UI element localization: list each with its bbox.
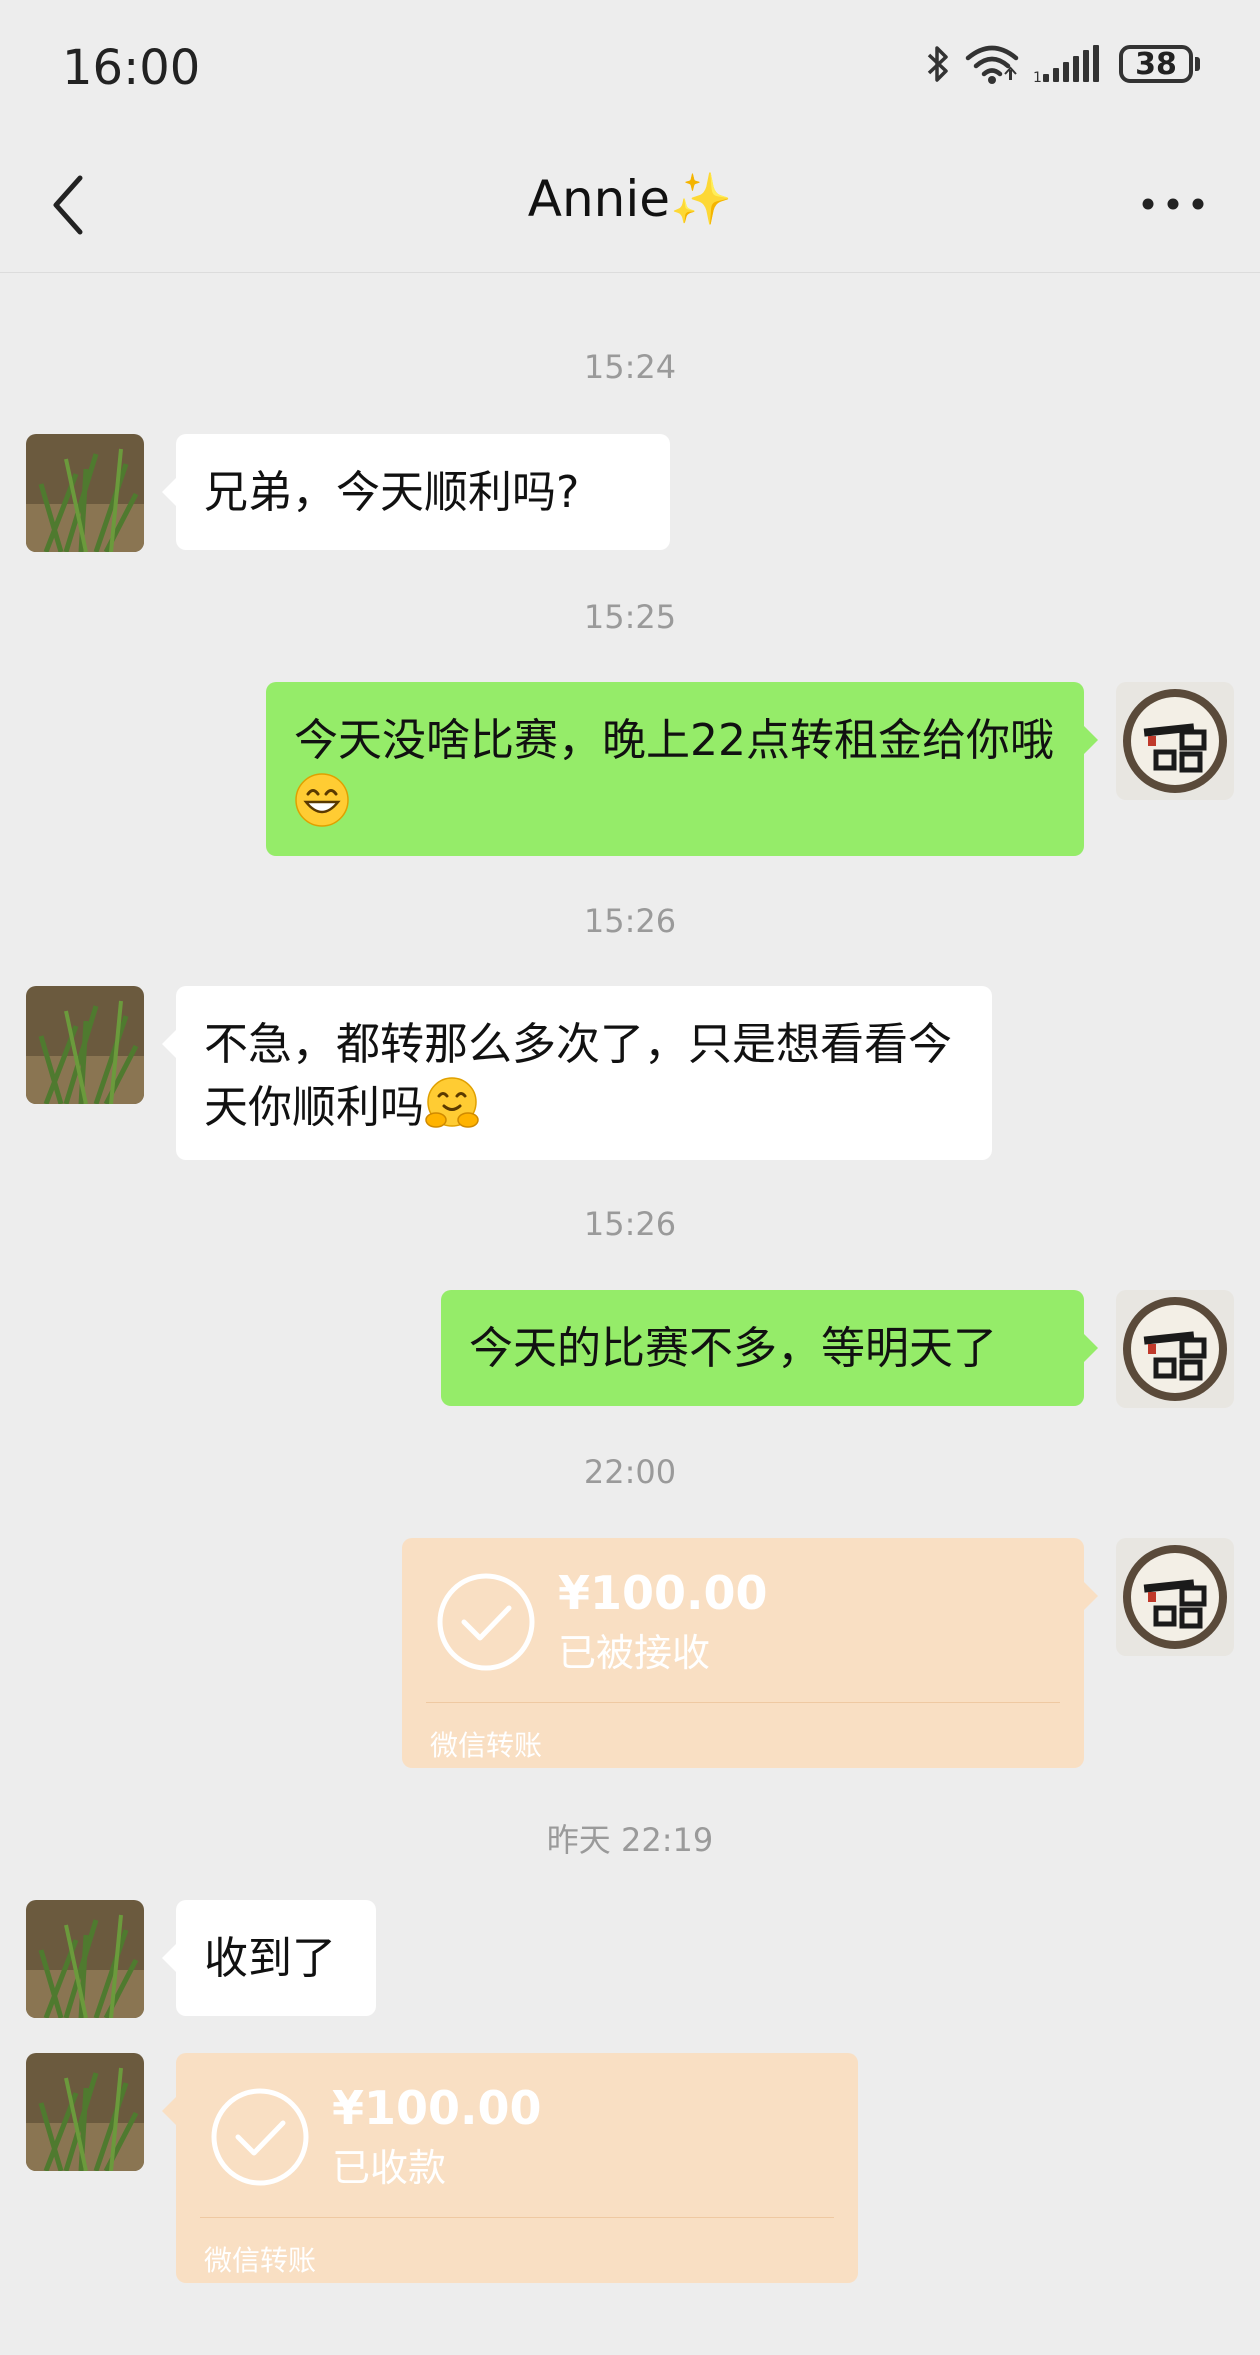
check-icon: [437, 1573, 535, 1671]
message-text: 今天的比赛不多，等明天了: [469, 1323, 997, 1374]
bluetooth-icon: [927, 46, 948, 82]
my-avatar[interactable]: [1116, 1538, 1234, 1656]
transfer-status: 已被接收: [558, 1631, 711, 1675]
svg-text:1: 1: [1033, 70, 1042, 84]
message-bubble-incoming[interactable]: 兄弟，今天顺利吗?: [162, 434, 670, 550]
wifi-icon: [965, 45, 1019, 84]
transfer-card-sent[interactable]: ¥100.00 已被接收 微信转账: [402, 1538, 1098, 1768]
transfer-footer: 微信转账: [204, 2244, 317, 2277]
status-bar: 16:00 1 38: [0, 0, 1260, 140]
transfer-amount: ¥100.00: [558, 1566, 768, 1620]
contact-avatar[interactable]: [26, 1900, 144, 2018]
check-icon: [211, 2088, 309, 2186]
more-dots-icon[interactable]: [1138, 184, 1208, 224]
status-time: 16:00: [62, 40, 201, 96]
message-timestamp: 22:00: [583, 1453, 677, 1491]
chat-title: Annie✨: [527, 170, 733, 228]
signal-icon: 1: [1033, 45, 1099, 84]
transfer-card-received[interactable]: ¥100.00 已收款 微信转账: [162, 2053, 858, 2283]
hug-emoji: [425, 1077, 479, 1128]
message-bubble-outgoing[interactable]: 今天没啥比赛，晚上22点转租金给你哦: [266, 682, 1098, 856]
status-icons: 1 38: [925, 44, 1200, 84]
contact-avatar[interactable]: [26, 434, 144, 552]
my-avatar[interactable]: [1116, 1290, 1234, 1408]
message-text: 兄弟，今天顺利吗?: [204, 467, 580, 518]
transfer-divider: [200, 2217, 834, 2218]
message-text: 不急，都转那么多次了，只是想看看今天你顺利吗: [204, 1019, 952, 1133]
chat-header: Annie✨: [0, 140, 1260, 273]
message-text: 今天没啥比赛，晚上22点转租金给你哦: [294, 715, 1054, 766]
battery-icon: 38: [1119, 45, 1200, 83]
message-bubble-outgoing[interactable]: 今天的比赛不多，等明天了: [441, 1290, 1098, 1406]
transfer-divider: [426, 1702, 1060, 1703]
message-bubble-incoming[interactable]: 收到了: [162, 1900, 376, 2016]
my-avatar[interactable]: [1116, 682, 1234, 800]
contact-avatar[interactable]: [26, 986, 144, 1104]
contact-avatar[interactable]: [26, 2053, 144, 2171]
message-timestamp: 15:24: [583, 348, 677, 386]
battery-level: 38: [1119, 45, 1193, 83]
transfer-footer: 微信转账: [430, 1729, 543, 1762]
transfer-status: 已收款: [332, 2146, 447, 2190]
message-timestamp: 15:25: [583, 598, 677, 636]
grin-emoji: [295, 773, 349, 827]
message-timestamp: 15:26: [583, 902, 677, 940]
message-text: 收到了: [204, 1933, 336, 1984]
message-timestamp: 15:26: [583, 1205, 677, 1243]
message-timestamp: 昨天 22:19: [546, 1821, 714, 1859]
message-bubble-incoming[interactable]: 不急，都转那么多次了，只是想看看今天你顺利吗: [162, 986, 992, 1160]
transfer-amount: ¥100.00: [332, 2081, 542, 2135]
